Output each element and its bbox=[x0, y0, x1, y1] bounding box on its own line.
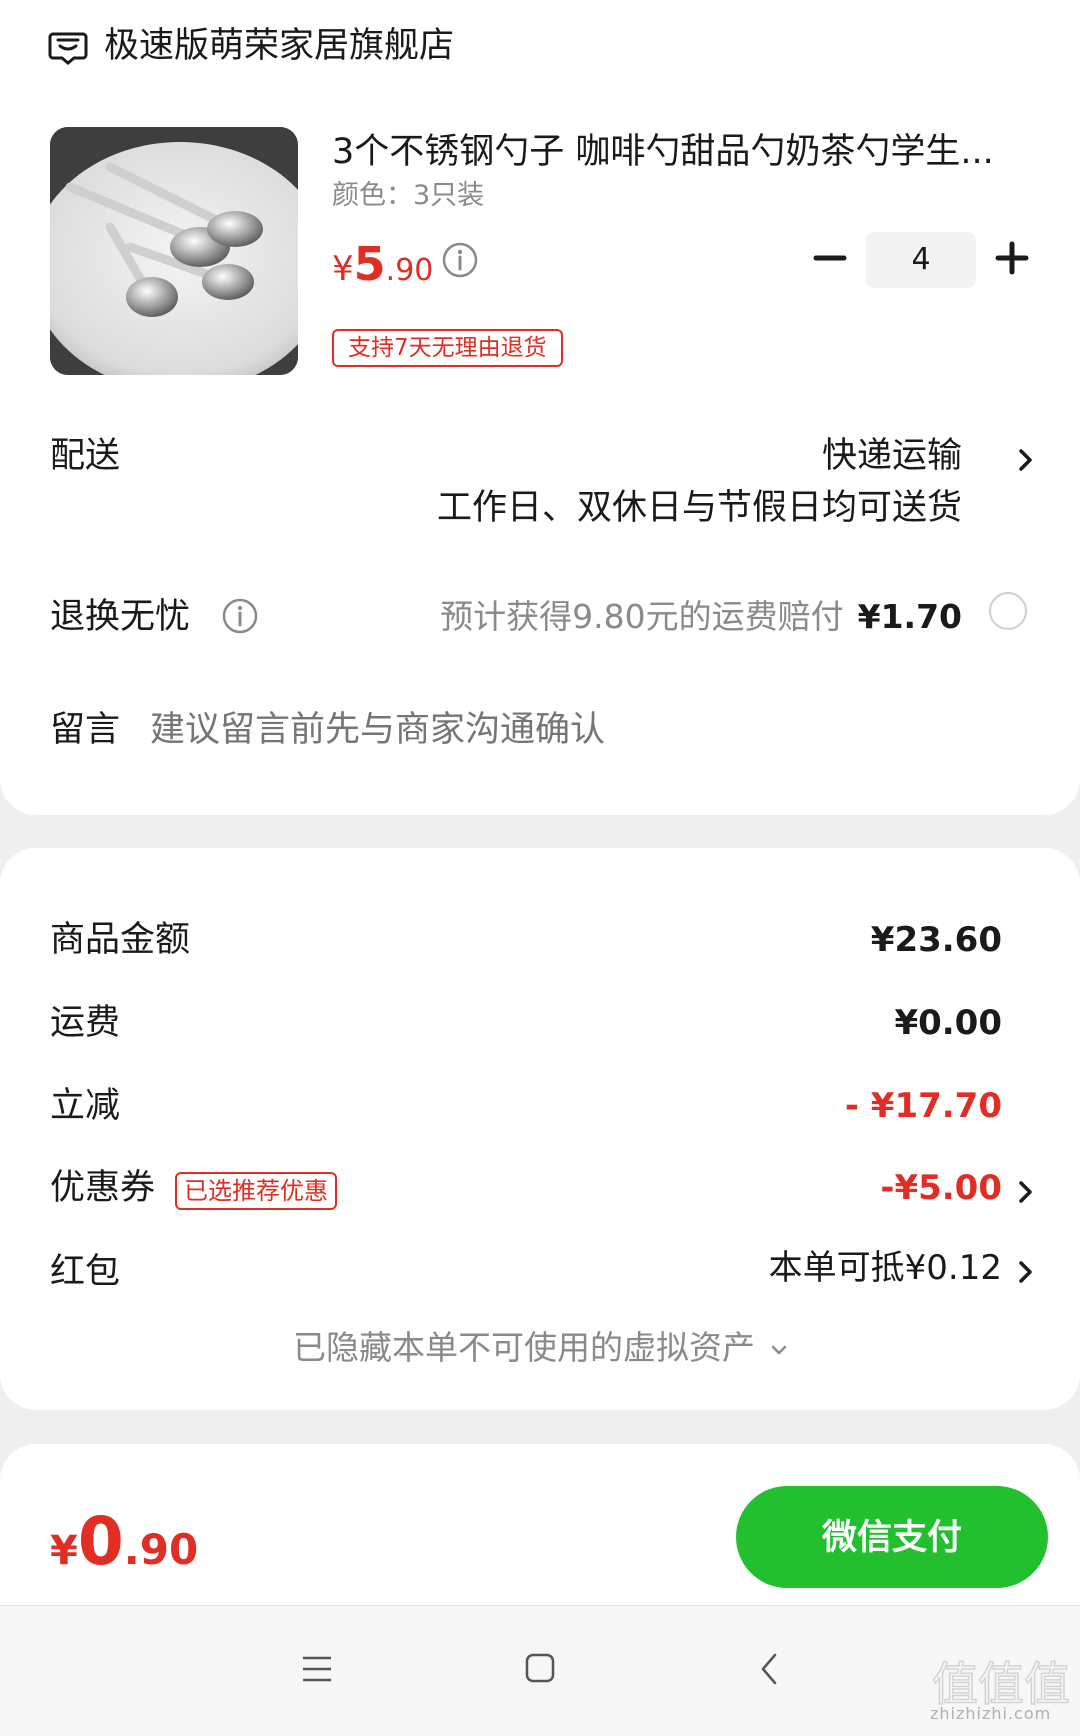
return-insurance-info: 预计获得9.80元的运费赔付 ¥1.70 bbox=[440, 597, 962, 636]
delivery-label: 配送 bbox=[50, 436, 121, 476]
unit-price: ¥5.90 bbox=[332, 237, 434, 291]
goods-amount-label: 商品金额 bbox=[50, 920, 191, 960]
coupon-value[interactable]: -¥5.00 bbox=[880, 1164, 1002, 1212]
chevron-right-icon[interactable] bbox=[1016, 446, 1036, 474]
delivery-note: 工作日、双休日与节假日均可送货 bbox=[436, 488, 962, 528]
coupon-badge: 已选推荐优惠 bbox=[175, 1172, 337, 1210]
return-policy-badge: 支持7天无理由退货 bbox=[332, 329, 563, 367]
product-spec[interactable]: 颜色：3只装 bbox=[332, 176, 484, 216]
spoons-photo bbox=[50, 127, 298, 375]
chevron-right-icon[interactable] bbox=[1016, 1258, 1036, 1286]
instant-discount-label: 立减 bbox=[50, 1086, 121, 1126]
shipping-fee-label: 运费 bbox=[50, 1003, 121, 1043]
red-packet-label: 红包 bbox=[50, 1252, 121, 1292]
hidden-assets-toggle[interactable]: 已隐藏本单不可使用的虚拟资产 bbox=[0, 1324, 1080, 1372]
message-label: 留言 bbox=[50, 710, 121, 750]
product-title[interactable]: 3个不锈钢勺子 咖啡勺甜品勺奶茶勺学生... bbox=[332, 128, 1022, 176]
info-icon[interactable] bbox=[442, 242, 478, 278]
decrease-quantity-button[interactable] bbox=[808, 236, 852, 280]
order-card bbox=[0, 0, 1080, 815]
menu-icon[interactable] bbox=[300, 1654, 334, 1684]
coupon-label: 优惠券 bbox=[50, 1168, 156, 1208]
instant-discount-value: - ¥17.70 bbox=[844, 1086, 1002, 1126]
message-input[interactable] bbox=[150, 706, 950, 754]
store-name[interactable]: 极速版萌荣家居旗舰店 bbox=[104, 22, 454, 70]
info-icon[interactable] bbox=[222, 598, 258, 634]
shipping-fee-value: ¥0.00 bbox=[894, 1003, 1002, 1043]
total-price: ¥0.90 bbox=[50, 1503, 199, 1580]
return-insurance-radio[interactable] bbox=[989, 592, 1027, 630]
return-insurance-label: 退换无忧 bbox=[50, 597, 191, 637]
back-icon[interactable] bbox=[758, 1652, 780, 1686]
delivery-method[interactable]: 快递运输 bbox=[822, 432, 962, 480]
goods-amount-value: ¥23.60 bbox=[870, 920, 1002, 960]
svg-text:值值值: 值值值 bbox=[932, 1657, 1070, 1711]
product-image[interactable] bbox=[50, 127, 298, 375]
red-packet-value[interactable]: 本单可抵¥0.12 bbox=[769, 1244, 1002, 1292]
increase-quantity-button[interactable] bbox=[990, 236, 1034, 280]
chevron-right-icon[interactable] bbox=[1016, 1178, 1036, 1206]
wechat-pay-button[interactable]: 微信支付 bbox=[736, 1486, 1048, 1588]
store-icon bbox=[48, 32, 88, 65]
home-icon[interactable] bbox=[524, 1652, 556, 1684]
quantity-field[interactable]: 4 bbox=[866, 232, 976, 288]
chevron-down-icon bbox=[771, 1345, 787, 1354]
watermark-text: zhizhizhi.com bbox=[930, 1704, 1052, 1723]
